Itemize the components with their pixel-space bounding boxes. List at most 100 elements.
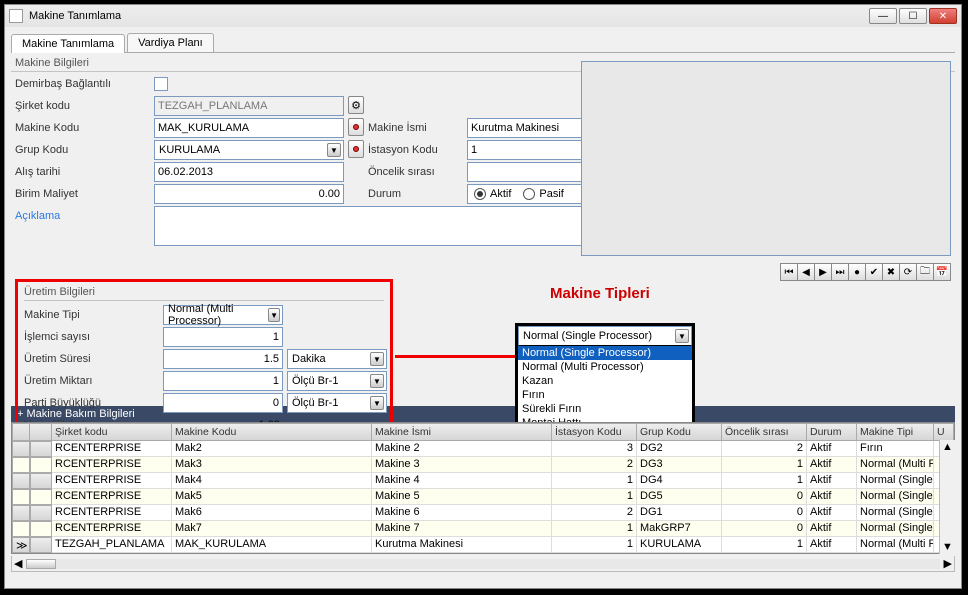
titlebar: Makine Tanımlama — ☐ ✕ <box>5 5 961 27</box>
record-nav-toolbar: ⏮◀▶⏭●✔✖⟳🗀📅 <box>781 263 951 281</box>
select-makine-tipleri[interactable]: Normal (Single Processor)▼ <box>518 326 692 346</box>
select-miktar-birim[interactable]: Ölçü Br-1▼ <box>287 371 387 391</box>
chevron-down-icon: ▼ <box>675 329 689 343</box>
chevron-down-icon: ▼ <box>370 396 384 410</box>
table-row[interactable]: RCENTERPRISEMak7Makine 71MakGRP70AktifNo… <box>12 521 954 537</box>
checkbox-demirbas[interactable] <box>154 77 168 91</box>
table-row[interactable]: RCENTERPRISEMak6Makine 62DG10AktifNormal… <box>12 505 954 521</box>
chevron-down-icon: ▼ <box>370 352 384 366</box>
section-uretim-bilgileri: Üretim Bilgileri Makine Tipi Normal (Mul… <box>15 279 393 429</box>
data-grid: Şirket koduMakine KoduMakine İsmiİstasyo… <box>11 422 955 554</box>
label-parti-buyuklugu: Parti Büyüklüğü <box>24 393 159 413</box>
nav-button-7[interactable]: ⟳ <box>899 263 917 281</box>
tab-makine-tanimlama[interactable]: Makine Tanımlama <box>11 34 125 53</box>
label-demirbas: Demirbaş Bağlantılı <box>15 74 150 94</box>
lookup-sirket-button[interactable]: ⚙ <box>348 96 364 114</box>
close-button[interactable]: ✕ <box>929 8 957 24</box>
textarea-aciklama[interactable]: ▲▼ <box>154 206 637 246</box>
nav-button-4[interactable]: ● <box>848 263 866 281</box>
app-window: Makine Tanımlama — ☐ ✕ Makine Tanımlama … <box>4 4 962 589</box>
label-islemci-sayisi: İşlemci sayısı <box>24 327 159 347</box>
dropdown-option[interactable]: Normal (Single Processor) <box>518 346 692 360</box>
select-parti-birim[interactable]: Ölçü Br-1▼ <box>287 393 387 413</box>
column-header[interactable]: Makine Tipi <box>857 423 934 441</box>
tab-vardiya-plani[interactable]: Vardiya Planı <box>127 33 214 52</box>
dropdown-makine-tipleri: Normal (Single Processor)▼ Normal (Singl… <box>515 323 695 433</box>
chevron-down-icon: ▼ <box>370 374 384 388</box>
red-dot-icon <box>353 146 359 152</box>
input-uretim-miktari[interactable] <box>163 371 283 391</box>
column-header[interactable]: Makine Kodu <box>172 423 372 441</box>
label-aciklama[interactable]: Açıklama <box>15 206 150 226</box>
nav-button-8[interactable]: 🗀 <box>916 263 934 281</box>
radio-icon <box>523 188 535 200</box>
label-alis-tarihi: Alış tarihi <box>15 162 150 182</box>
red-dot-icon <box>353 124 359 130</box>
input-parti-buyuklugu[interactable] <box>163 393 283 413</box>
label-makine-ismi: Makine İsmi <box>368 118 463 138</box>
table-row[interactable]: RCENTERPRISEMak3Makine 32DG31AktifNormal… <box>12 457 954 473</box>
label-makine-tipi: Makine Tipi <box>24 305 159 325</box>
nav-button-3[interactable]: ⏭ <box>831 263 849 281</box>
radio-aktif[interactable]: Aktif <box>474 188 511 200</box>
maximize-button[interactable]: ☐ <box>899 8 927 24</box>
dropdown-option[interactable]: Kazan <box>518 374 692 388</box>
chevron-down-icon: ▼ <box>268 308 280 322</box>
input-uretim-suresi[interactable] <box>163 349 283 369</box>
nav-button-1[interactable]: ◀ <box>797 263 815 281</box>
nav-button-5[interactable]: ✔ <box>865 263 883 281</box>
column-header[interactable]: Durum <box>807 423 857 441</box>
input-sirket-kodu <box>154 96 344 116</box>
dropdown-list: Normal (Single Processor)Normal (Multi P… <box>518 346 692 430</box>
grid-scrollbar-vertical[interactable]: ▲▼ <box>939 440 955 554</box>
grid-scrollbar-horizontal[interactable]: ◀▶ <box>11 556 955 572</box>
label-uretim-suresi: Üretim Süresi <box>24 349 159 369</box>
label-sirket-kodu: Şirket kodu <box>15 96 150 116</box>
table-row[interactable]: ≫TEZGAH_PLANLAMAMAK_KURULAMAKurutma Maki… <box>12 537 954 553</box>
dropdown-option[interactable]: Sürekli Fırın <box>518 402 692 416</box>
column-header[interactable]: Makine İsmi <box>372 423 552 441</box>
label-oncelik-sirasi: Öncelik sırası <box>368 162 463 182</box>
lookup-grup-button[interactable] <box>348 140 364 158</box>
table-row[interactable]: RCENTERPRISEMak5Makine 51DG50AktifNormal… <box>12 489 954 505</box>
label-birim-maliyet: Birim Maliyet <box>15 184 150 204</box>
label-istasyon-kodu: İstasyon Kodu <box>368 140 463 160</box>
nav-button-9[interactable]: 📅 <box>933 263 951 281</box>
nav-button-2[interactable]: ▶ <box>814 263 832 281</box>
radio-pasif[interactable]: Pasif <box>523 188 563 200</box>
lookup-makine-button[interactable] <box>348 118 364 136</box>
table-row[interactable]: RCENTERPRISEMak2Makine 23DG22AktifFırın <box>12 441 954 457</box>
input-makine-kodu[interactable] <box>154 118 344 138</box>
nav-button-6[interactable]: ✖ <box>882 263 900 281</box>
column-header[interactable]: İstasyon Kodu <box>552 423 637 441</box>
select-sure-birim[interactable]: Dakika▼ <box>287 349 387 369</box>
window-title: Makine Tanımlama <box>29 10 869 22</box>
dropdown-option[interactable]: Normal (Multi Processor) <box>518 360 692 374</box>
column-header[interactable]: Öncelik sırası <box>722 423 807 441</box>
label-durum: Durum <box>368 184 463 204</box>
table-row[interactable]: RCENTERPRISEMak4Makine 41DG41AktifNormal… <box>12 473 954 489</box>
column-header[interactable]: Grup Kodu <box>637 423 722 441</box>
select-grup-kodu[interactable]: KURULAMA▼ <box>154 140 344 160</box>
column-header[interactable]: Şirket kodu <box>52 423 172 441</box>
tab-bar: Makine Tanımlama Vardiya Planı <box>11 33 955 53</box>
app-icon <box>9 9 23 23</box>
column-header[interactable] <box>30 423 52 441</box>
input-alis-tarihi[interactable] <box>154 162 344 182</box>
input-birim-maliyet[interactable] <box>154 184 344 204</box>
chevron-down-icon: ▼ <box>327 143 341 157</box>
lookup-icon: ⚙ <box>351 99 361 112</box>
dropdown-option[interactable]: Fırın <box>518 388 692 402</box>
minimize-button[interactable]: — <box>869 8 897 24</box>
column-header[interactable] <box>12 423 30 441</box>
preview-pane <box>581 61 951 256</box>
select-makine-tipi[interactable]: Normal (Multi Processor)▼ <box>163 305 283 325</box>
section-title-uretim: Üretim Bilgileri <box>24 286 384 298</box>
radio-icon <box>474 188 486 200</box>
label-grup-kodu: Grup Kodu <box>15 140 150 160</box>
label-uretim-miktari: Üretim Miktarı <box>24 371 159 391</box>
annotation-title: Makine Tipleri <box>550 285 650 302</box>
column-header[interactable]: U <box>934 423 954 441</box>
nav-button-0[interactable]: ⏮ <box>780 263 798 281</box>
input-islemci-sayisi[interactable] <box>163 327 283 347</box>
